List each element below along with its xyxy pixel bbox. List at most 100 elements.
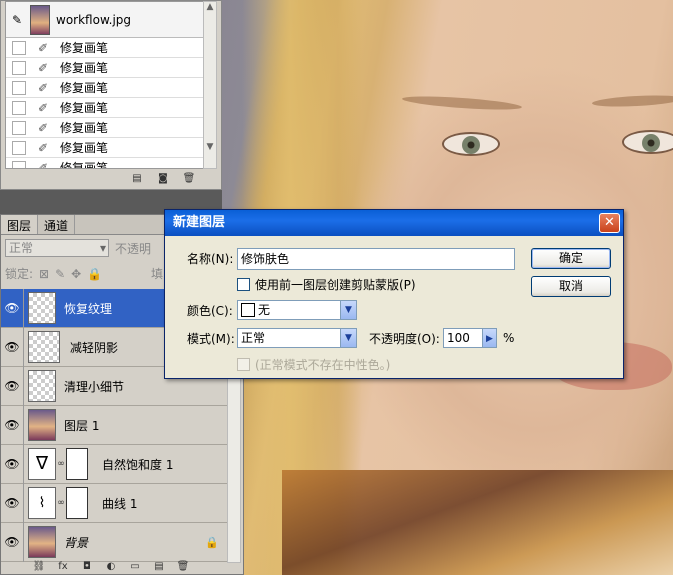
- layer-name: 自然饱和度 1: [102, 457, 174, 472]
- visibility-eye-icon[interactable]: 👁: [1, 457, 23, 471]
- cancel-button[interactable]: 取消: [531, 276, 611, 297]
- chevron-down-icon[interactable]: ▼: [340, 301, 356, 319]
- left-eye: [442, 132, 500, 156]
- history-step[interactable]: ✐ 修复画笔: [6, 98, 204, 118]
- history-step[interactable]: ✐ 修复画笔: [6, 78, 204, 98]
- healing-brush-icon: ✐: [37, 60, 49, 75]
- new-group-icon[interactable]: ▭: [127, 560, 143, 574]
- lock-transparency-icon[interactable]: ⊠: [39, 267, 49, 281]
- color-select[interactable]: 无 ▼: [237, 300, 357, 320]
- history-brush-source-checkbox[interactable]: [12, 40, 26, 55]
- history-brush-source-checkbox[interactable]: [12, 160, 26, 168]
- ok-button[interactable]: 确定: [531, 248, 611, 269]
- clip-mask-label: 使用前一图层创建剪贴蒙版(P): [255, 278, 416, 292]
- layer-style-icon[interactable]: fx: [55, 560, 71, 574]
- chevron-right-icon[interactable]: ▶: [483, 328, 497, 348]
- layer-name: 背景: [64, 535, 89, 550]
- blend-mode-select[interactable]: 正常: [5, 239, 109, 257]
- percent-sign: %: [503, 331, 515, 345]
- lock-position-icon[interactable]: ✥: [71, 267, 81, 281]
- layer-mask-thumbnail[interactable]: [66, 448, 88, 480]
- left-eyebrow: [401, 93, 523, 113]
- mode-select[interactable]: 正常 ▼: [237, 328, 357, 348]
- mode-value: 正常: [241, 331, 266, 345]
- new-layer-dialog: 新建图层 ✕ 名称(N): 修饰肤色 使用前一图层创建剪贴蒙版(P) 颜色(C)…: [164, 209, 624, 379]
- visibility-eye-icon[interactable]: 👁: [1, 379, 23, 393]
- mode-label: 模式(M):: [187, 332, 235, 346]
- history-panel: ✎ workflow.jpg ✐ 修复画笔 ✐ 修复画笔 ✐ 修复画笔 ✐ 修复画笔 ✐…: [0, 0, 222, 190]
- lock-all-icon[interactable]: 🔒: [87, 267, 102, 281]
- history-brush-source-checkbox[interactable]: [12, 140, 26, 155]
- trash-icon[interactable]: 🗑: [175, 560, 191, 574]
- layer-row[interactable]: 👁 ∇ ∞ 自然饱和度 1: [1, 444, 229, 484]
- opacity-label: 不透明度(O):: [369, 332, 440, 346]
- opacity-input[interactable]: 100: [443, 328, 483, 348]
- lock-icon: 🔒: [205, 535, 219, 549]
- trash-icon[interactable]: 🗑: [181, 172, 197, 186]
- history-step-label: 修复画笔: [60, 81, 109, 95]
- layer-mask-thumbnail[interactable]: [66, 487, 88, 519]
- layer-name-input[interactable]: 修饰肤色: [237, 248, 515, 270]
- scarf: [282, 470, 673, 575]
- visibility-eye-icon[interactable]: 👁: [1, 340, 23, 354]
- healing-brush-icon: ✐: [37, 100, 49, 115]
- new-layer-icon[interactable]: ▤: [151, 560, 167, 574]
- tab-layers[interactable]: 图层: [1, 215, 39, 234]
- adjustment-layer-icon[interactable]: ◐: [103, 560, 119, 574]
- history-brush-source-checkbox[interactable]: [12, 60, 26, 75]
- history-brush-source-checkbox[interactable]: [12, 100, 26, 115]
- link-layers-icon[interactable]: ⛓: [31, 560, 47, 574]
- history-list: ✎ workflow.jpg ✐ 修复画笔 ✐ 修复画笔 ✐ 修复画笔 ✐ 修复画笔 ✐…: [5, 1, 205, 169]
- history-brush-icon[interactable]: ✎: [12, 13, 26, 27]
- history-footer: ▤ ◙ 🗑: [1, 169, 221, 189]
- blend-row: 正常 不透明: [5, 239, 151, 257]
- history-step-label: 修复画笔: [60, 101, 109, 115]
- clip-mask-checkbox[interactable]: [237, 278, 250, 291]
- dialog-title: 新建图层: [173, 215, 226, 230]
- scroll-up-icon[interactable]: ▲: [204, 2, 216, 12]
- history-snapshot[interactable]: ✎ workflow.jpg: [6, 2, 204, 38]
- healing-brush-icon: ✐: [37, 80, 49, 95]
- add-mask-icon[interactable]: ◘: [79, 560, 95, 574]
- visibility-eye-icon[interactable]: 👁: [1, 496, 23, 510]
- layer-name: 减轻阴影: [70, 340, 119, 355]
- tab-channels[interactable]: 通道: [38, 215, 76, 234]
- history-step[interactable]: ✐ 修复画笔: [6, 138, 204, 158]
- history-step[interactable]: ✐ 修复画笔: [6, 38, 204, 58]
- dialog-titlebar[interactable]: 新建图层 ✕: [165, 210, 623, 236]
- history-step[interactable]: ✐ 修复画笔: [6, 158, 204, 168]
- right-eye: [622, 130, 673, 154]
- chevron-down-icon[interactable]: ▼: [340, 329, 356, 347]
- layer-thumbnail: [28, 526, 56, 558]
- layer-thumbnail: [28, 370, 56, 402]
- layer-row[interactable]: 👁 背景 🔒: [1, 522, 229, 562]
- layer-name: 恢复纹理: [64, 301, 113, 316]
- vibrance-icon: ∇: [28, 448, 56, 480]
- history-brush-source-checkbox[interactable]: [12, 80, 26, 95]
- right-eyebrow: [591, 93, 673, 109]
- link-chain-icon: ∞: [57, 498, 65, 508]
- history-step-label: 修复画笔: [60, 41, 109, 55]
- layer-name: 曲线 1: [102, 496, 138, 511]
- healing-brush-icon: ✐: [37, 120, 49, 135]
- visibility-eye-icon[interactable]: 👁: [1, 418, 23, 432]
- new-snapshot-icon[interactable]: ◙: [155, 172, 171, 186]
- layer-row[interactable]: 👁 图层 1: [1, 405, 229, 445]
- history-step[interactable]: ✐ 修复画笔: [6, 58, 204, 78]
- history-scrollbar[interactable]: ▲ ▼: [203, 1, 217, 169]
- visibility-eye-icon[interactable]: 👁: [1, 535, 23, 549]
- new-document-from-state-icon[interactable]: ▤: [129, 172, 145, 186]
- close-button[interactable]: ✕: [599, 213, 620, 233]
- curves-icon: ⌇: [28, 487, 56, 519]
- layer-row[interactable]: 👁 ⌇ ∞ 曲线 1: [1, 483, 229, 523]
- history-step[interactable]: ✐ 修复画笔: [6, 118, 204, 138]
- history-brush-source-checkbox[interactable]: [12, 120, 26, 135]
- visibility-eye-icon[interactable]: 👁: [1, 301, 23, 315]
- color-label: 颜色(C):: [187, 304, 233, 318]
- color-value: 无: [258, 303, 271, 317]
- lock-label: 锁定:: [5, 267, 34, 281]
- healing-brush-icon: ✐: [37, 140, 49, 155]
- scroll-down-icon[interactable]: ▼: [204, 142, 216, 152]
- lock-image-icon[interactable]: ✎: [55, 267, 65, 281]
- layer-thumbnail: [28, 409, 56, 441]
